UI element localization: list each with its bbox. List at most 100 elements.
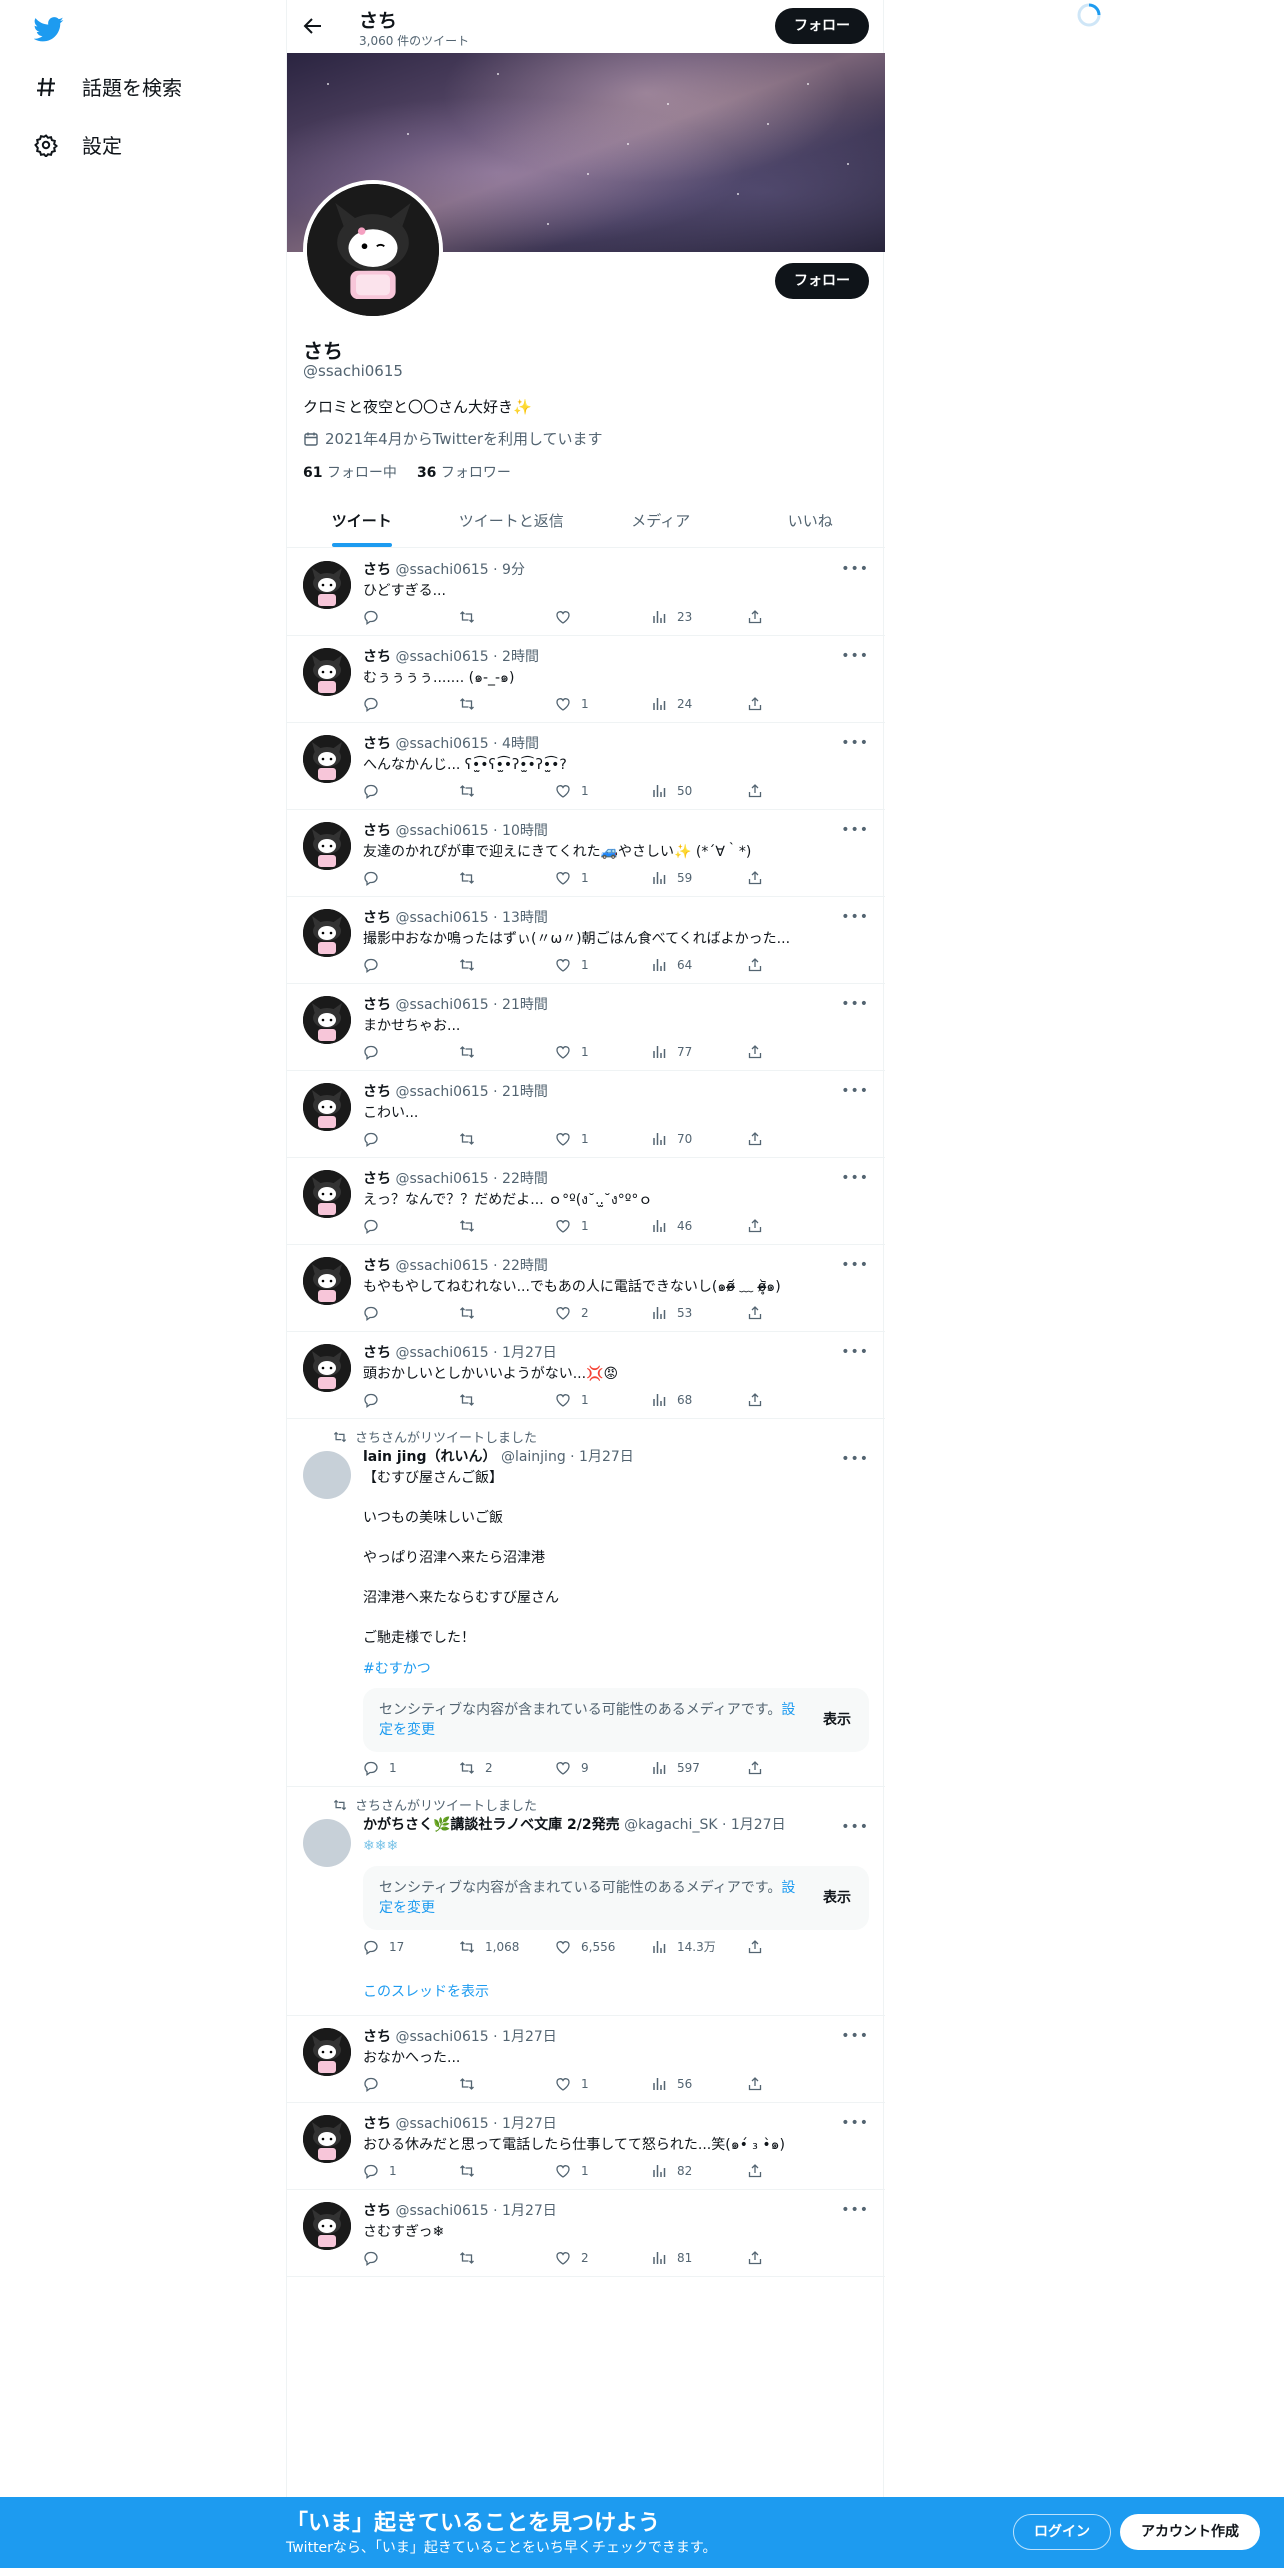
share-button[interactable] xyxy=(747,1044,843,1060)
like-button[interactable]: 1 xyxy=(555,957,651,973)
nav-settings[interactable]: 設定 xyxy=(34,130,122,159)
tweet-meta[interactable]: @ssachi0615 · 22時間 xyxy=(395,1171,547,1187)
tweet-author-name[interactable]: さち xyxy=(363,736,391,752)
more-options-icon[interactable]: ••• xyxy=(841,1451,869,1467)
share-button[interactable] xyxy=(747,1392,843,1408)
tweet-meta[interactable]: @ssachi0615 · 9分 xyxy=(395,562,525,578)
tweet[interactable]: さち @ssachi0615 · 1月27日 ••• さむすぎっ❄ 2 81 xyxy=(287,2190,885,2277)
reply-button[interactable] xyxy=(363,870,459,886)
login-button[interactable]: ログイン xyxy=(1013,2514,1111,2550)
views-button[interactable]: 68 xyxy=(651,1392,747,1408)
tweet-author-name[interactable]: さち xyxy=(363,562,391,578)
reply-button[interactable] xyxy=(363,1218,459,1234)
share-button[interactable] xyxy=(747,1218,843,1234)
more-options-icon[interactable]: ••• xyxy=(841,909,869,925)
tweet[interactable]: さち @ssachi0615 · 9分 ••• ひどすぎる... 23 xyxy=(287,549,885,636)
retweet-button[interactable] xyxy=(459,2250,555,2266)
retweet-button[interactable] xyxy=(459,609,555,625)
tweet[interactable]: さち @ssachi0615 · 22時間 ••• えっ？なんで？？だめだよ..… xyxy=(287,1158,885,1245)
reply-button[interactable] xyxy=(363,696,459,712)
more-options-icon[interactable]: ••• xyxy=(841,648,869,664)
like-button[interactable]: 2 xyxy=(555,2250,651,2266)
show-media-button[interactable]: 表示 xyxy=(823,1888,851,1908)
tweet-author-name[interactable]: さち xyxy=(363,2116,391,2132)
share-button[interactable] xyxy=(747,609,843,625)
tweet-avatar[interactable] xyxy=(303,2028,351,2076)
views-button[interactable]: 23 xyxy=(651,609,747,625)
like-button[interactable]: 1 xyxy=(555,783,651,799)
tab-tweets[interactable]: ツイート xyxy=(287,494,437,547)
tweet-meta[interactable]: @ssachi0615 · 1月27日 xyxy=(395,2203,556,2219)
tweet-avatar[interactable] xyxy=(303,909,351,957)
views-button[interactable]: 64 xyxy=(651,957,747,973)
tweet-meta[interactable]: @ssachi0615 · 22時間 xyxy=(395,1258,547,1274)
tweet-author-name[interactable]: さち xyxy=(363,1084,391,1100)
like-button[interactable]: 1 xyxy=(555,870,651,886)
like-button[interactable]: 1 xyxy=(555,1044,651,1060)
share-button[interactable] xyxy=(747,2250,843,2266)
views-button[interactable]: 24 xyxy=(651,696,747,712)
retweet-button[interactable]: 2 xyxy=(459,1760,555,1776)
profile-follow-button[interactable]: フォロー xyxy=(775,263,869,299)
tweet[interactable]: さち @ssachi0615 · 13時間 ••• 撮影中おなか鳴ったはずぃ(〃… xyxy=(287,897,885,984)
share-button[interactable] xyxy=(747,957,843,973)
tweet-avatar[interactable] xyxy=(303,2202,351,2250)
share-button[interactable] xyxy=(747,783,843,799)
show-thread-link[interactable]: このスレッドを表示 xyxy=(363,1981,869,2001)
reply-button[interactable]: 1 xyxy=(363,1760,459,1776)
tweet[interactable]: さち @ssachi0615 · 21時間 ••• こわい... 1 70 xyxy=(287,1071,885,1158)
tweet-author-name[interactable]: さち xyxy=(363,910,391,926)
tweet-author-name[interactable]: さち xyxy=(363,823,391,839)
reply-button[interactable] xyxy=(363,783,459,799)
tweet-meta[interactable]: @kagachi_SK · 1月27日 xyxy=(624,1817,786,1833)
reply-button[interactable] xyxy=(363,1392,459,1408)
share-button[interactable] xyxy=(747,1760,843,1776)
reply-button[interactable] xyxy=(363,2250,459,2266)
tweet-avatar[interactable] xyxy=(303,735,351,783)
share-button[interactable] xyxy=(747,2076,843,2092)
views-button[interactable]: 50 xyxy=(651,783,747,799)
tweet-author-name[interactable]: さち xyxy=(363,1258,391,1274)
more-options-icon[interactable]: ••• xyxy=(841,735,869,751)
retweet-button[interactable] xyxy=(459,783,555,799)
more-options-icon[interactable]: ••• xyxy=(841,1083,869,1099)
tweet[interactable]: さち @ssachi0615 · 1月27日 ••• おなかへった... 1 5… xyxy=(287,2016,885,2103)
signup-button[interactable]: アカウント作成 xyxy=(1120,2514,1260,2550)
tweet-avatar[interactable] xyxy=(303,1344,351,1392)
share-button[interactable] xyxy=(747,2163,843,2179)
reply-button[interactable] xyxy=(363,1044,459,1060)
reply-button[interactable] xyxy=(363,2076,459,2092)
following-link[interactable]: 61 フォロー中 xyxy=(303,462,397,482)
tweet-author-name[interactable]: さち xyxy=(363,649,391,665)
retweet-button[interactable] xyxy=(459,1305,555,1321)
like-button[interactable]: 1 xyxy=(555,1392,651,1408)
back-arrow-icon[interactable] xyxy=(301,14,325,38)
like-button[interactable]: 1 xyxy=(555,2076,651,2092)
tweet[interactable]: さち @ssachi0615 · 1月27日 ••• おひる休みだと思って電話し… xyxy=(287,2103,885,2190)
retweet-button[interactable] xyxy=(459,1218,555,1234)
tweet-author-name[interactable]: さち xyxy=(363,997,391,1013)
retweet-button[interactable] xyxy=(459,1131,555,1147)
more-options-icon[interactable]: ••• xyxy=(841,2115,869,2131)
reply-button[interactable] xyxy=(363,609,459,625)
share-button[interactable] xyxy=(747,870,843,886)
share-button[interactable] xyxy=(747,1305,843,1321)
more-options-icon[interactable]: ••• xyxy=(841,1819,869,1835)
reply-button[interactable] xyxy=(363,1131,459,1147)
retweeted-tweet[interactable]: さちさんがリツイートしました lain jing（れいん） @lainjing … xyxy=(287,1419,885,1787)
profile-avatar[interactable] xyxy=(303,180,443,320)
more-options-icon[interactable]: ••• xyxy=(841,2202,869,2218)
retweet-button[interactable] xyxy=(459,2076,555,2092)
tweet-author-name[interactable]: さち xyxy=(363,1171,391,1187)
tweet-meta[interactable]: @ssachi0615 · 1月27日 xyxy=(395,1345,556,1361)
tweet[interactable]: さち @ssachi0615 · 10時間 ••• 友達のかれぴが車で迎えにきて… xyxy=(287,810,885,897)
tweet-avatar[interactable] xyxy=(303,648,351,696)
tweet-meta[interactable]: @ssachi0615 · 2時間 xyxy=(395,649,539,665)
hashtag-link[interactable]: #むすかつ xyxy=(363,1658,869,1678)
views-button[interactable]: 82 xyxy=(651,2163,747,2179)
tab-tweets-replies[interactable]: ツイートと返信 xyxy=(437,494,587,547)
tweet-author-name[interactable]: さち xyxy=(363,2029,391,2045)
tweet-author-name[interactable]: さち xyxy=(363,1345,391,1361)
more-options-icon[interactable]: ••• xyxy=(841,1344,869,1360)
more-options-icon[interactable]: ••• xyxy=(841,561,869,577)
